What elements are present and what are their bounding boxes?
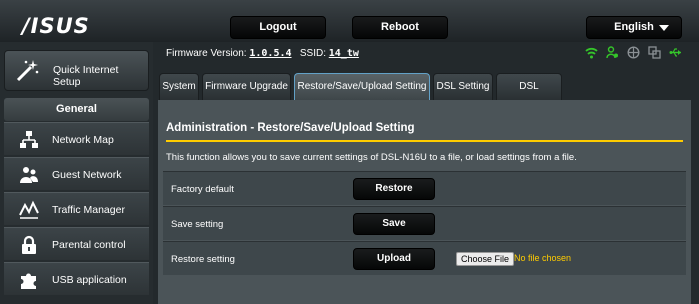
settings-panel: Administration - Restore/Save/Upload Set… [158,100,691,304]
file-status-text: No file chosen [514,253,572,263]
save-setting-row: Save setting Save [163,206,686,240]
panel-description: This function allows you to save current… [166,152,577,163]
globe-icon[interactable] [627,46,640,59]
asus-logo: /ISUS [22,14,90,38]
router-admin-page: /ISUS Logout Reboot English Quick Intern… [0,0,699,304]
sidebar-item-label: Network Map [52,134,114,146]
save-button[interactable]: Save [353,213,435,235]
sidebar-item-guest-network[interactable]: Guest Network [4,157,149,190]
page-title: Administration - Restore/Save/Upload Set… [166,122,415,134]
wifi-icon[interactable] [585,46,598,59]
ssid-label: SSID: [299,48,326,59]
factory-default-label: Factory default [171,184,234,195]
sidebar-item-usb-application[interactable]: USB application [4,262,149,295]
firmware-label: Firmware Version: [166,48,247,59]
status-icons [585,46,685,62]
language-label: English [614,21,654,33]
magic-wand-icon [16,60,39,82]
sidebar-item-label: Traffic Manager [52,204,125,216]
logout-button[interactable]: Logout [230,16,326,39]
guest-network-icon [20,167,38,183]
sidebar-item-label: USB application [52,274,127,286]
sidebar-item-traffic-manager[interactable]: Traffic Manager [4,192,149,225]
restore-setting-row: Restore setting Upload Choose File No fi… [163,241,686,275]
usb-application-icon [21,273,36,289]
firmware-version-link[interactable]: 1.0.5.4 [249,48,291,59]
tab-dsl-setting[interactable]: DSL Setting [433,73,493,100]
tab-system[interactable]: System [159,73,199,100]
network-map-icon [20,131,38,148]
sidebar-item-parental-control[interactable]: Parental control [4,227,149,260]
choose-file-button[interactable]: Choose File [456,252,515,266]
restore-button[interactable]: Restore [353,178,435,200]
tab-firmware-upgrade[interactable]: Firmware Upgrade [202,73,291,100]
sidebar-item-network-map[interactable]: Network Map [4,122,149,155]
factory-default-row: Factory default Restore [163,171,686,205]
restore-setting-label: Restore setting [171,254,235,265]
general-section-header: General [4,98,149,121]
title-divider [166,140,683,142]
usb-icon[interactable] [669,46,682,59]
traffic-manager-icon [19,200,39,219]
language-select[interactable]: English [586,16,682,39]
save-setting-label: Save setting [171,219,224,230]
top-bar: /ISUS Logout Reboot English [0,0,699,42]
parental-control-icon [22,235,36,254]
chevron-down-icon [659,25,669,31]
users-icon[interactable] [606,46,619,59]
copy-icon[interactable] [648,46,661,59]
ssid-link[interactable]: 14_tw [329,48,359,59]
reboot-button[interactable]: Reboot [352,16,448,39]
firmware-ssid-status: Firmware Version: 1.0.5.4 SSID: 14_tw [166,48,359,59]
upload-button[interactable]: Upload [353,248,435,270]
quick-internet-setup-button[interactable]: Quick Internet Setup [4,50,149,91]
quick-internet-setup-label: Quick Internet Setup [53,64,119,88]
sidebar-item-label: Parental control [52,239,126,251]
sidebar: Quick Internet Setup General Network Map… [0,42,153,304]
tab-dsl-feedback[interactable]: DSL Feedback [496,73,562,118]
sidebar-item-label: Guest Network [52,169,122,181]
tab-restore-save-upload-setting[interactable]: Restore/Save/Upload Setting [294,73,430,100]
